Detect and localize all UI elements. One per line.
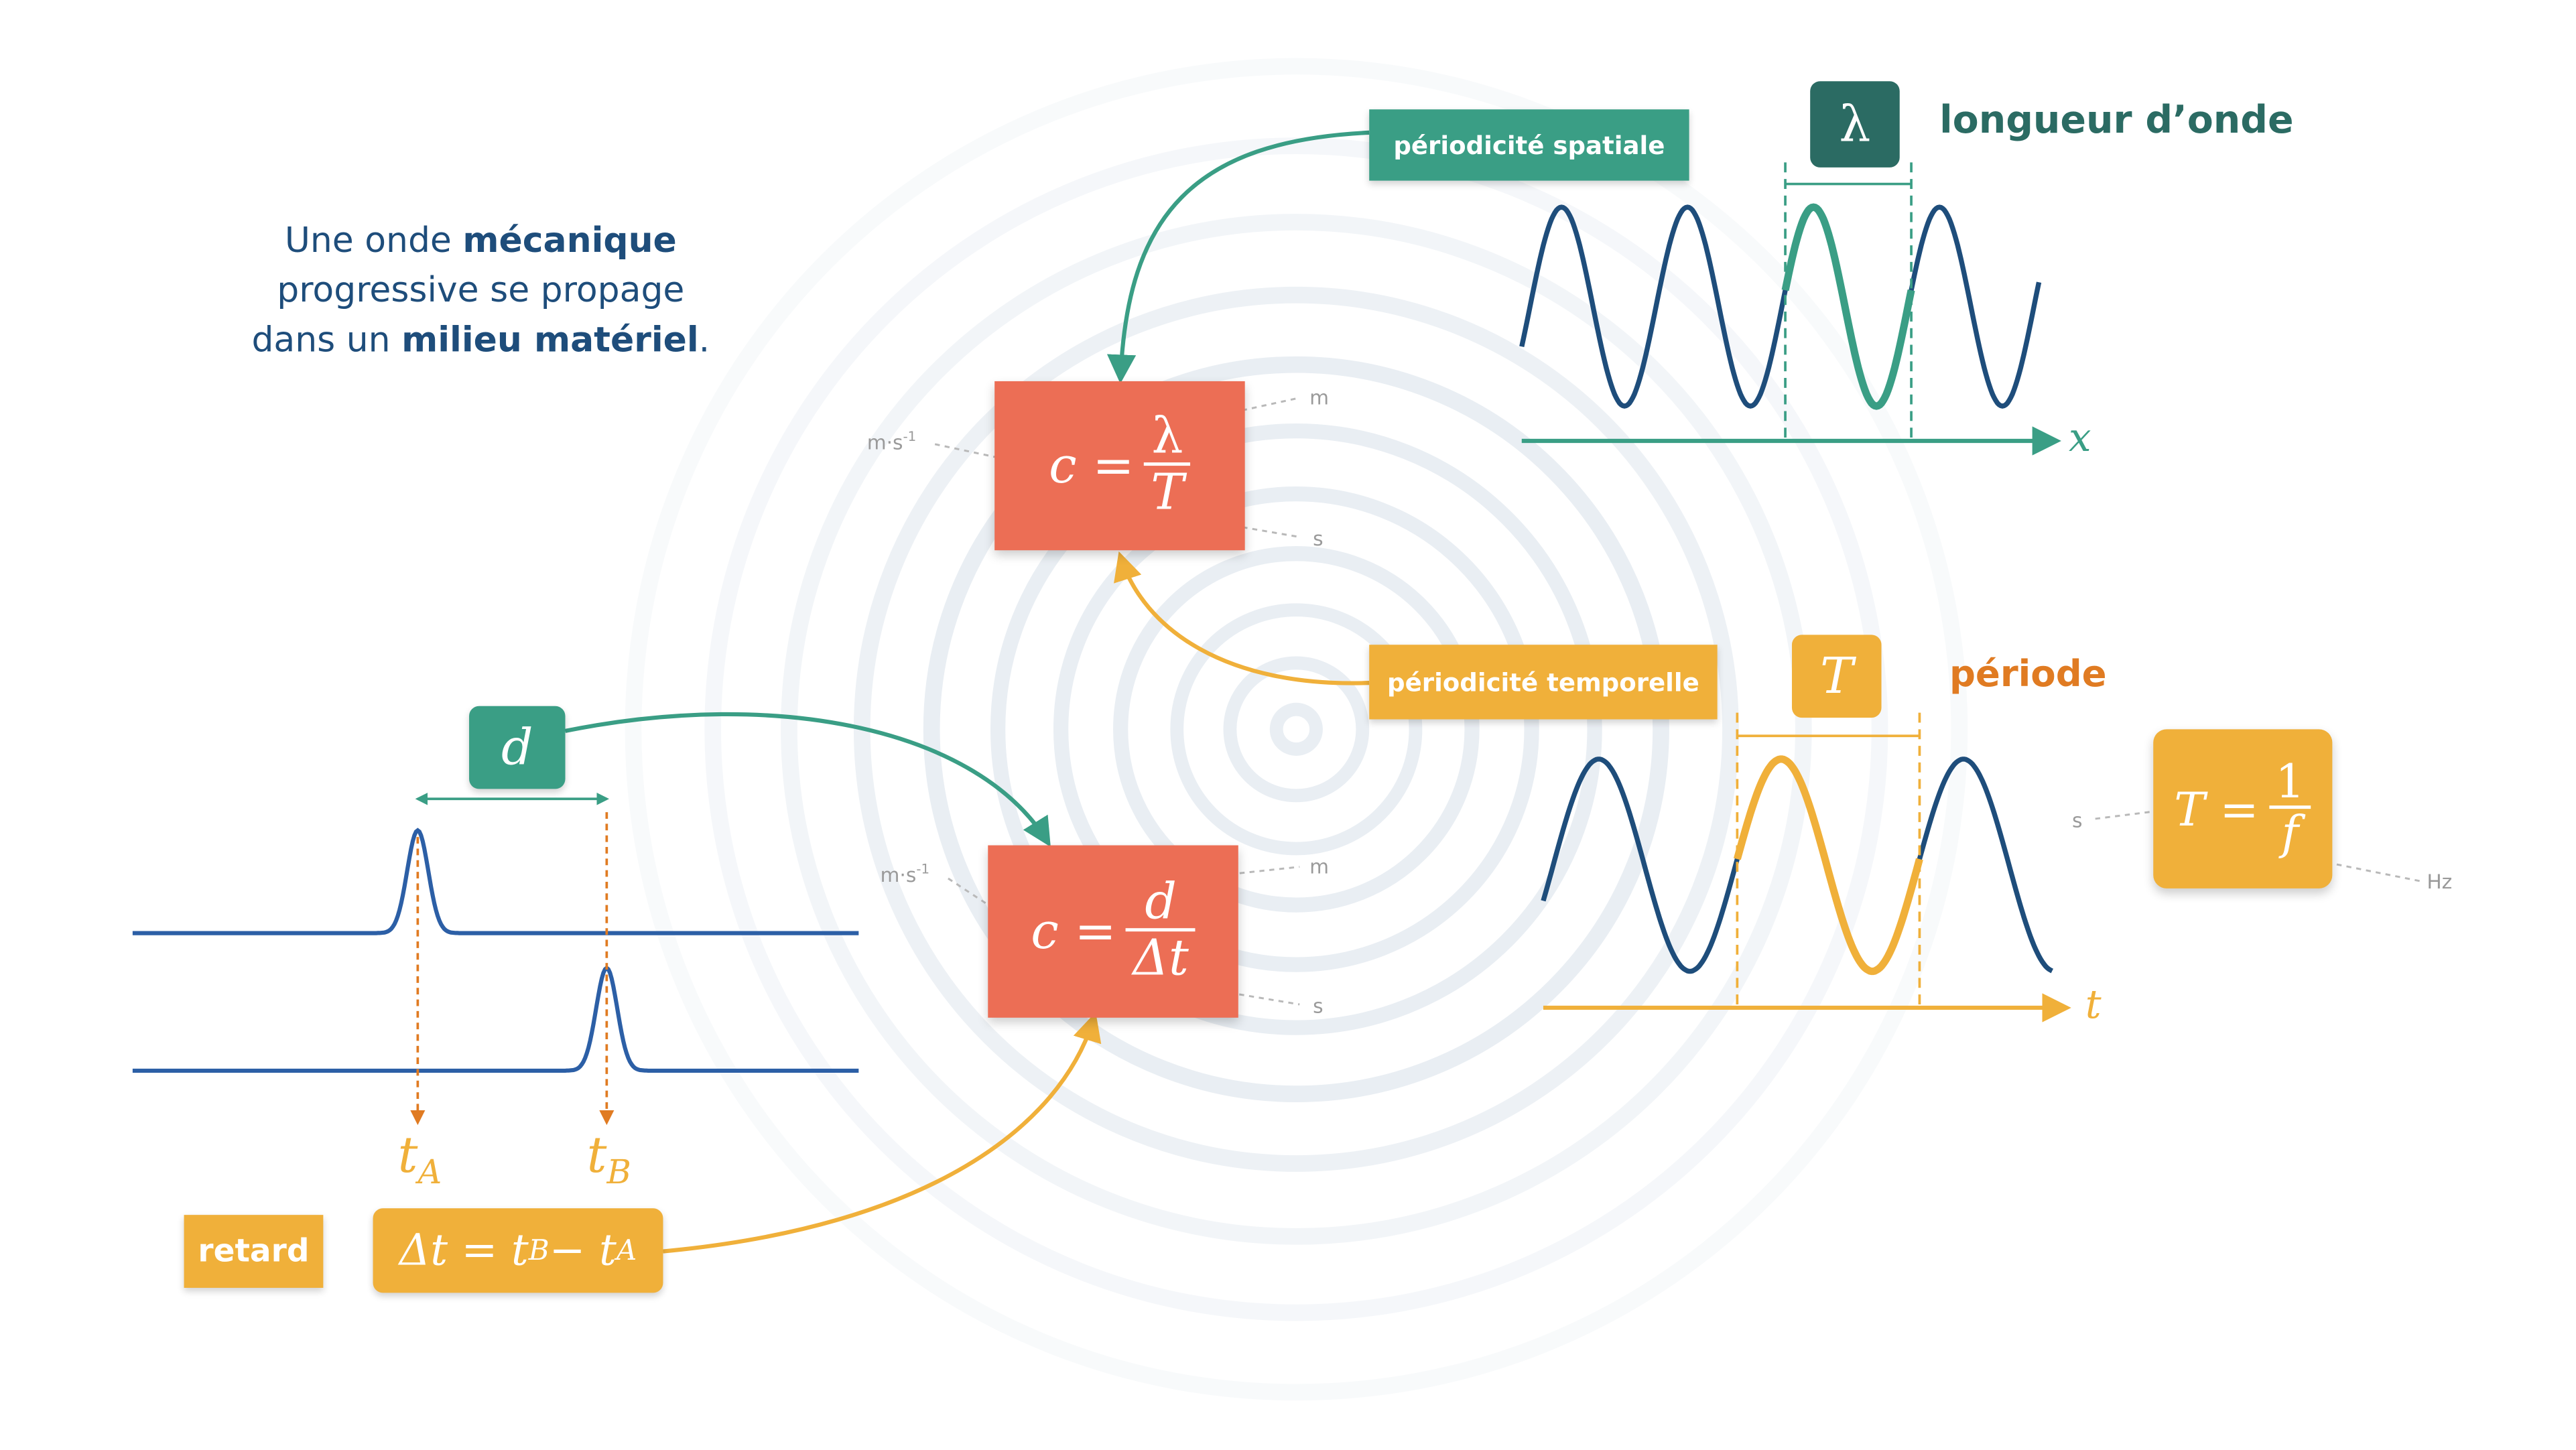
- period-symbol-box: T: [1791, 635, 1882, 718]
- formula-speed-wavelength: c = λ T: [994, 381, 1245, 551]
- intro-text: Une onde mécanique progressive se propag…: [251, 220, 710, 360]
- pulse-plot: [132, 792, 859, 1126]
- x-axis-label: x: [2069, 414, 2091, 461]
- spatial-periodicity-tag: périodicité spatiale: [1369, 109, 1689, 181]
- formula-speed-distance: c = d Δt: [988, 845, 1238, 1018]
- unit-meter-2: m: [1309, 855, 1330, 879]
- unit-second-2: s: [1313, 994, 1324, 1018]
- ripple-background: [625, 58, 1968, 1401]
- unit-speed-1: m·s-1: [866, 429, 917, 454]
- delay-formula: Δt = tB − tA: [373, 1208, 663, 1293]
- formula-period-frequency: T = 1 f: [2153, 729, 2333, 888]
- unit-hertz: Hz: [2427, 870, 2453, 894]
- temporal-periodicity-tag: périodicité temporelle: [1369, 645, 1718, 720]
- diagram-stage: Une onde mécanique progressive se propag…: [0, 0, 2576, 1450]
- distance-symbol-box: d: [469, 706, 566, 789]
- t-axis-label: t: [2085, 981, 2102, 1028]
- period-title: période: [1949, 655, 2107, 696]
- spatial-wave-plot: [1519, 162, 2061, 456]
- lambda-symbol-box: λ: [1810, 81, 1900, 168]
- time-b-label: tB: [586, 1127, 631, 1192]
- time-a-label: tA: [397, 1127, 442, 1192]
- unit-second-3: s: [2072, 809, 2083, 832]
- unit-speed-2: m·s-1: [880, 862, 930, 887]
- delay-label: retard: [184, 1215, 324, 1288]
- wavelength-title: longueur d’onde: [1939, 99, 2294, 143]
- unit-second-1: s: [1313, 527, 1324, 551]
- unit-meter-1: m: [1309, 386, 1330, 409]
